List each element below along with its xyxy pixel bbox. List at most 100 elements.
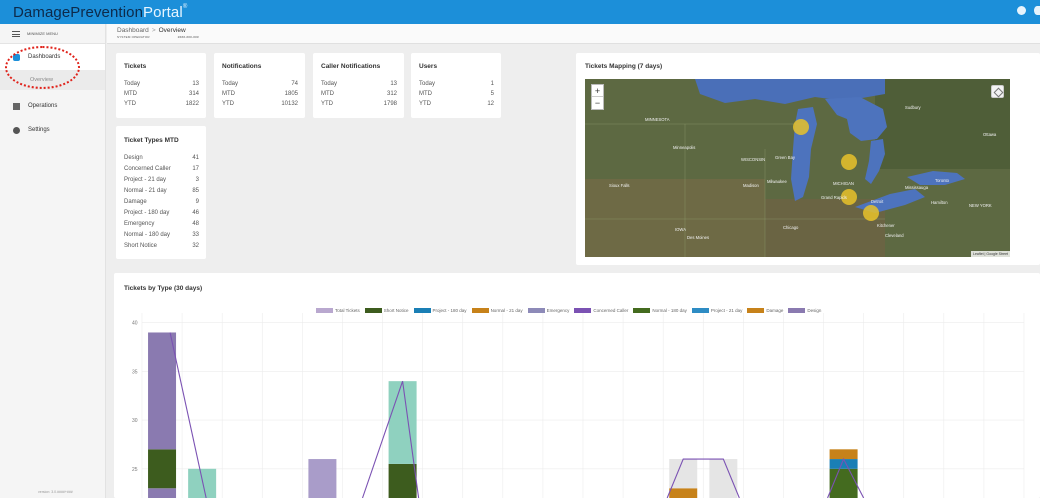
stat-card-title: Users — [419, 63, 438, 70]
stat-label: MTD — [419, 91, 432, 97]
stat-card-tickets: Tickets Today 13 MTD 314 YTD 1822 — [116, 53, 206, 118]
ticket-type-label: Damage — [124, 199, 147, 205]
ticket-type-row: Project - 21 day 3 — [124, 177, 199, 183]
map-marker[interactable] — [841, 154, 857, 170]
map-title: Tickets Mapping (7 days) — [585, 63, 663, 70]
map-attribution[interactable]: Leaflet | Google Street — [971, 251, 1010, 257]
ticket-type-row: Design 41 — [124, 155, 199, 161]
zoom-in-button[interactable]: + — [592, 85, 603, 97]
map-label: WISCONSIN — [741, 157, 765, 162]
tickets-map[interactable]: MINNESOTA Minneapolis WISCONSIN Green Ba… — [585, 79, 1010, 257]
map-label: Sioux Falls — [609, 183, 629, 188]
breadcrumb-separator: > — [151, 27, 156, 34]
bar-segment[interactable] — [829, 449, 858, 460]
user-icon[interactable] — [1017, 6, 1026, 15]
sidebar-item-label: Dashboards — [28, 54, 61, 60]
bar-segment[interactable] — [148, 449, 177, 489]
bar-segment[interactable] — [148, 332, 177, 450]
ticket-type-row: Concerned Caller 17 — [124, 166, 199, 172]
layers-icon[interactable] — [991, 85, 1004, 98]
map-label: Sudbury — [905, 105, 922, 110]
stat-label: Today — [222, 81, 239, 87]
ticket-type-value: 41 — [192, 155, 199, 161]
stat-label: YTD — [124, 101, 136, 107]
bar-segment[interactable] — [829, 459, 858, 469]
hamburger-icon — [12, 30, 20, 37]
stat-value: 12 — [487, 101, 494, 107]
ticket-type-row: Normal - 180 day 33 — [124, 232, 199, 238]
ticket-type-label: Short Notice — [124, 243, 158, 249]
stat-card-notifications: Notifications Today 74 MTD 1805 YTD 10132 — [214, 53, 305, 118]
map-label: Des Moines — [687, 235, 709, 240]
ticket-types-title: Ticket Types MTD — [124, 137, 179, 144]
map-label: Minneapolis — [673, 145, 695, 150]
bar-segment[interactable] — [148, 488, 177, 498]
stat-value: 10132 — [281, 101, 298, 107]
map-label: NEW YORK — [969, 203, 992, 208]
stat-row: Today 13 — [321, 81, 397, 87]
bar-segment[interactable] — [308, 459, 337, 498]
ticket-types-card: Ticket Types MTD Design 41 Concerned Call… — [116, 126, 206, 259]
stat-label: Today — [419, 81, 436, 87]
stat-row: Today 1 — [419, 81, 494, 87]
sidebar-item-settings[interactable]: Settings — [0, 118, 105, 142]
breadcrumb-parent[interactable]: Dashboard — [117, 27, 149, 34]
map-canvas: MINNESOTA Minneapolis WISCONSIN Green Ba… — [585, 79, 1010, 257]
sidebar-item-label: Settings — [28, 127, 50, 133]
stat-value: 13 — [390, 81, 397, 87]
notifications-icon[interactable] — [1034, 6, 1040, 15]
ticket-type-label: Normal - 180 day — [124, 232, 171, 238]
stat-value: 1 — [490, 81, 494, 87]
stat-label: MTD — [124, 91, 137, 97]
brand-name-part1: DamagePrevention — [13, 3, 144, 21]
stat-value: 314 — [188, 91, 199, 97]
ticket-type-value: 33 — [192, 232, 199, 238]
sidebar-item-operations[interactable]: Operations — [0, 94, 105, 118]
ticket-type-label: Project - 180 day — [124, 210, 170, 216]
map-zoom-control: + − — [591, 84, 604, 110]
map-marker[interactable] — [863, 205, 879, 221]
y-tick-label: 25 — [132, 467, 138, 473]
map-label: Toronto — [935, 178, 950, 183]
zoom-out-button[interactable]: − — [592, 97, 603, 109]
minimize-menu-button[interactable]: MINIMIZE MENU — [0, 24, 105, 44]
breadcrumb-id: ####-###-### — [177, 35, 199, 39]
ticket-type-value: 48 — [192, 221, 199, 227]
sidebar-item-label: Operations — [28, 103, 58, 109]
map-label: Kitchener — [877, 223, 895, 228]
ticket-type-label: Concerned Caller — [124, 166, 171, 172]
stat-row: YTD 12 — [419, 101, 494, 107]
tickets-by-type-card: Tickets by Type (30 days) Total Tickets S… — [114, 273, 1040, 498]
grid-icon — [13, 102, 20, 110]
bar-segment[interactable] — [388, 463, 417, 498]
page-header: Dashboard > Overview SYSTEM OPERATOR ####-#… — [107, 24, 1040, 44]
stat-row: YTD 10132 — [222, 101, 298, 107]
sidebar-item-dashboards[interactable]: Dashboards — [0, 44, 105, 70]
ticket-type-label: Design — [124, 155, 143, 161]
stat-value: 1822 — [185, 101, 199, 107]
map-marker[interactable] — [793, 119, 809, 135]
stat-row: MTD 312 — [321, 91, 397, 97]
stat-value: 5 — [490, 91, 494, 97]
stat-row: Today 13 — [124, 81, 199, 87]
stat-value: 74 — [291, 81, 298, 87]
ticket-type-row: Damage 9 — [124, 199, 199, 205]
map-label: Grand Rapids — [821, 195, 847, 200]
ticket-type-value: 9 — [195, 199, 199, 205]
bar-segment[interactable] — [669, 488, 698, 498]
ticket-type-value: 3 — [195, 177, 199, 183]
ticket-type-row: Normal - 21 day 85 — [124, 188, 199, 194]
ticket-type-value: 85 — [192, 188, 199, 194]
ticket-type-row: Short Notice 32 — [124, 243, 199, 249]
sidebar-subitem-label: Overview — [30, 77, 53, 83]
ticket-type-row: Emergency 48 — [124, 221, 199, 227]
top-bar-actions — [1017, 6, 1040, 15]
ticket-type-label: Project - 21 day — [124, 177, 167, 183]
stat-label: YTD — [419, 101, 431, 107]
brand-logo[interactable]: DamagePreventionPortal® — [0, 4, 187, 21]
bar-segment[interactable] — [188, 468, 217, 498]
sidebar-subitem-overview[interactable]: Overview — [0, 70, 105, 90]
stat-label: Today — [124, 81, 141, 87]
breadcrumb: Dashboard > Overview — [117, 27, 1040, 34]
bar-segment[interactable] — [709, 459, 738, 498]
